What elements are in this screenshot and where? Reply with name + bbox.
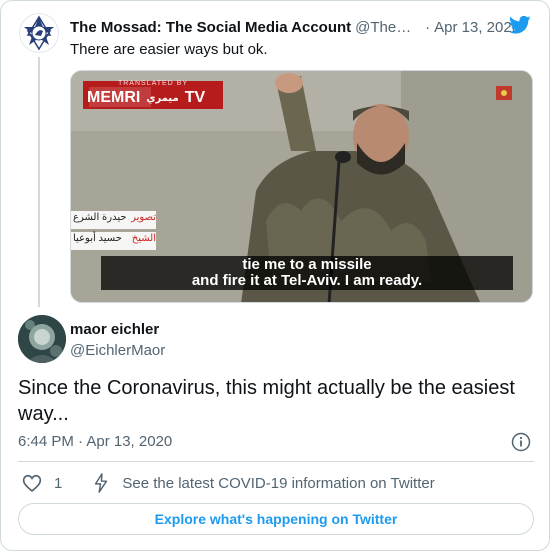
quoted-tweet-text: There are easier ways but ok.	[70, 41, 268, 58]
embedded-tweet-card: The Mossad: The Social Media Account @Th…	[0, 0, 550, 551]
quoted-author-handle[interactable]: @TheMossadIL	[355, 19, 415, 36]
quoted-tweet-video[interactable]: TRANSLATED BY MEMRI ميمري TV حيدرة الشرع…	[70, 70, 533, 303]
credit-name-2: حسيد أبوعيا	[73, 233, 122, 244]
credit-label-1: تصوير	[131, 212, 156, 223]
divider	[18, 461, 534, 462]
quoted-tweet-date[interactable]: Apr 13, 2020	[434, 19, 520, 36]
memri-brand: MEMRI	[87, 89, 141, 106]
memri-translated-label: TRANSLATED BY	[117, 80, 189, 87]
memri-logo: MEMRI ميمري TV	[87, 89, 205, 107]
subtitle-line-1: tie me to a missile	[242, 256, 372, 273]
credit-row-1: حيدرة الشرع تصوير	[73, 212, 156, 223]
credit-row-2: حسيد أبوعيا الشيخ	[73, 233, 156, 244]
author-handle[interactable]: @EichlerMaor	[70, 342, 165, 359]
credit-name-1: حيدرة الشرع	[73, 212, 127, 223]
mossad-logo-icon	[24, 15, 54, 51]
author-avatar[interactable]	[18, 315, 66, 363]
tweet-timestamp[interactable]: 6:44 PM · Apr 13, 2020	[18, 433, 172, 450]
covid-info-link[interactable]: See the latest COVID-19 information on T…	[122, 475, 434, 492]
tweet-text: Since the Coronavirus, this might actual…	[18, 377, 515, 425]
heart-icon[interactable]	[22, 473, 42, 493]
memri-arabic: ميمري	[146, 92, 179, 104]
quoted-tweet-header: The Mossad: The Social Media Account @Th…	[70, 17, 540, 37]
thread-connector-line	[38, 57, 40, 307]
video-subtitle: tie me to a missile and fire it at Tel-A…	[101, 257, 513, 289]
credit-label-2: الشيخ	[131, 233, 156, 244]
author-name[interactable]: maor eichler	[70, 321, 159, 338]
quoted-author-name[interactable]: The Mossad: The Social Media Account	[70, 19, 351, 36]
like-count[interactable]: 1	[54, 475, 62, 492]
header-separator: ·	[425, 18, 431, 36]
quoted-author-avatar[interactable]	[19, 13, 59, 53]
twitter-bird-icon[interactable]	[509, 15, 531, 35]
explore-button[interactable]: Explore what's happening on Twitter	[18, 503, 534, 535]
memri-tv: TV	[184, 89, 206, 106]
info-icon[interactable]	[511, 432, 531, 452]
tweet-actions: 1 See the latest COVID-19 information on…	[18, 472, 435, 494]
avatar-image	[18, 315, 66, 363]
subtitle-line-2: and fire it at Tel-Aviv. I am ready.	[191, 272, 423, 289]
covid-bolt-icon[interactable]	[92, 473, 110, 493]
